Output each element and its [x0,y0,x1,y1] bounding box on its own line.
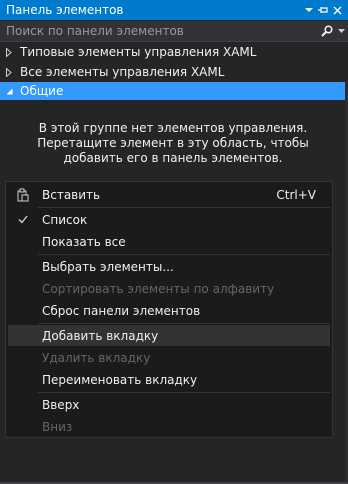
menu-item-label: Выбрать элементы... [42,259,174,274]
menu-item-label: Удалить вкладку [42,350,151,365]
checkmark-icon [8,215,38,224]
menu-separator [38,323,330,324]
expanded-arrow-icon[interactable] [0,88,18,95]
search-button[interactable] [320,25,334,37]
group-all-xaml-controls[interactable]: Все элементы управления XAML [0,63,348,81]
chevron-down-icon [305,8,313,12]
menu-item-label: Показать все [42,234,126,249]
menu-item-choose-items[interactable]: Выбрать элементы... [8,256,330,277]
menu-item-label: Список [42,212,88,227]
chevron-down-icon [337,28,345,33]
context-menu: Вставить Ctrl+V Список Показать все Выбр… [5,181,333,438]
menu-item-label: Переименовать вкладку [42,372,198,387]
search-options-dropdown[interactable] [334,28,348,34]
close-icon [333,6,341,14]
group-label: Все элементы управления XAML [20,65,225,79]
tool-window-titlebar[interactable]: Панель элементов [0,0,348,20]
group-general[interactable]: Общие [0,82,345,100]
menu-item-label: Вверх [42,397,80,412]
menu-separator [38,254,330,255]
menu-item-shortcut: Ctrl+V [276,187,316,202]
toolbox-search-bar [0,21,348,42]
group-label: Общие [20,84,64,98]
menu-item-label: Сортировать элементы по алфавиту [42,281,275,296]
empty-group-message: В этой группе нет элементов управления. … [37,121,309,165]
menu-item-delete-tab[interactable]: Удалить вкладку [8,347,330,368]
close-button[interactable] [330,2,344,18]
menu-item-reset-toolbox[interactable]: Сброс панели элементов [8,300,330,321]
search-input[interactable] [0,22,320,40]
menu-item-move-down[interactable]: Вниз [8,416,330,437]
window-position-dropdown-button[interactable] [302,2,316,18]
menu-item-label: Вставить [42,187,101,202]
menu-item-sort-alphabetically[interactable]: Сортировать элементы по алфавиту [8,278,330,299]
auto-hide-pin-button[interactable] [316,2,330,18]
search-icon [321,25,333,37]
menu-item-move-up[interactable]: Вверх [8,394,330,415]
pin-icon [318,7,328,13]
menu-item-label: Вниз [42,419,73,434]
menu-item-rename-tab[interactable]: Переименовать вкладку [8,369,330,390]
menu-separator [38,392,330,393]
collapsed-arrow-icon[interactable] [0,67,18,77]
menu-separator [38,207,330,208]
group-label: Типовые элементы управления XAML [20,45,257,59]
menu-item-label: Добавить вкладку [42,328,159,343]
menu-item-add-tab[interactable]: Добавить вкладку [8,325,330,346]
menu-item-list-view[interactable]: Список [8,209,330,230]
menu-item-paste[interactable]: Вставить Ctrl+V [8,184,330,205]
paste-icon [8,188,38,202]
group-common-xaml-controls[interactable]: Типовые элементы управления XAML [0,43,348,61]
window-title: Панель элементов [6,3,124,17]
menu-item-label: Сброс панели элементов [42,303,201,318]
collapsed-arrow-icon[interactable] [0,47,18,57]
menu-item-show-all[interactable]: Показать все [8,231,330,252]
